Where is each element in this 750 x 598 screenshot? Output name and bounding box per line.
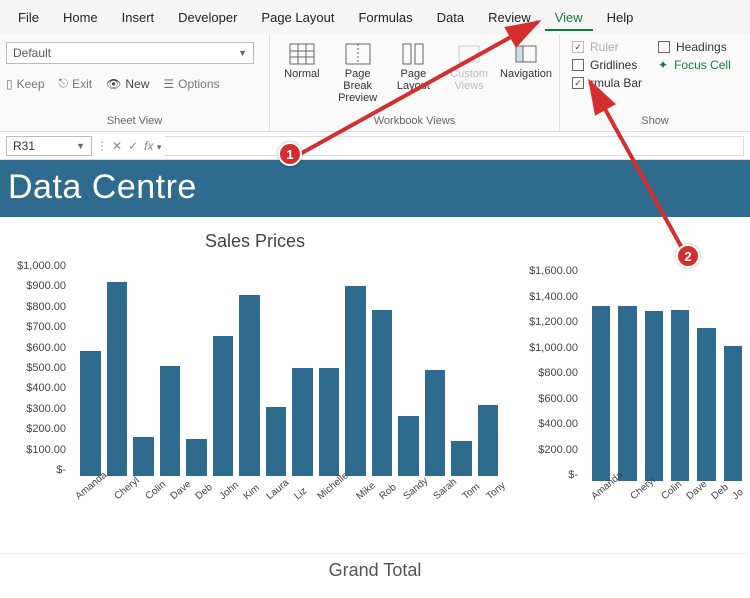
ruler-checkbox[interactable]: Ruler <box>572 40 642 54</box>
normal-view-button[interactable]: Normal <box>276 38 328 84</box>
customviews-icon <box>455 42 483 66</box>
menu-bar: File Home Insert Developer Page Layout F… <box>0 0 750 34</box>
charts-area: Sales Prices $1,000.00$900.00$800.00$700… <box>0 217 750 587</box>
page-title: Data Centre <box>0 160 750 217</box>
fx-icon[interactable]: fx ▾ <box>144 139 161 153</box>
x-axis-labels: AmandaCherylColinDaveDebJo <box>588 495 746 555</box>
bar <box>80 351 101 476</box>
bar <box>451 441 472 476</box>
group-label-show: Show <box>566 113 744 129</box>
navigation-icon <box>512 42 540 66</box>
exit-icon: ⎋ <box>59 76 69 91</box>
sheetview-selector-label: Default <box>13 46 51 60</box>
checkbox-icon <box>572 59 584 71</box>
focus-cell-button[interactable]: ✦Focus Cell <box>658 58 731 72</box>
pagebreak-button[interactable]: Page Break Preview <box>332 38 384 108</box>
menu-page-layout[interactable]: Page Layout <box>251 4 344 31</box>
menu-data[interactable]: Data <box>427 4 474 31</box>
bar <box>697 328 715 481</box>
chart-sales-prices: Sales Prices $1,000.00$900.00$800.00$700… <box>0 217 510 547</box>
y-axis-labels: $1,000.00$900.00$800.00$700.00$600.00$50… <box>8 260 72 476</box>
bar <box>398 416 419 476</box>
x-axis-labels: AmandaCherylColinDaveDebJohnKimLauraLizM… <box>72 495 506 555</box>
navigation-button[interactable]: Navigation <box>499 38 553 84</box>
bar <box>345 286 366 476</box>
menu-review[interactable]: Review <box>478 4 541 31</box>
chart-secondary: $1,600.00$1,400.00$1,200.00$1,000.00$800… <box>516 237 750 547</box>
bar <box>478 405 499 476</box>
name-box[interactable]: R31 ▼ <box>6 136 92 156</box>
menu-insert[interactable]: Insert <box>112 4 165 31</box>
sheetview-selector[interactable]: Default ▼ <box>6 42 254 64</box>
bar <box>592 306 610 482</box>
checkbox-icon <box>658 41 670 53</box>
bar <box>186 439 207 476</box>
chart-title: Sales Prices <box>0 231 510 252</box>
bar <box>372 310 393 476</box>
list-icon: ☰ <box>163 77 174 91</box>
group-label-sheetview: Sheet View <box>6 113 263 129</box>
gridlines-checkbox[interactable]: Gridlines <box>572 58 642 72</box>
menu-view[interactable]: View <box>545 4 593 31</box>
bar <box>724 346 742 481</box>
group-label-workbook: Workbook Views <box>276 113 553 129</box>
pagebreak-icon <box>344 42 372 66</box>
options-button[interactable]: ☰Options <box>163 77 219 91</box>
normal-view-icon <box>288 42 316 66</box>
bar <box>133 437 154 476</box>
grand-total-title: Grand Total <box>0 553 750 587</box>
focus-cell-icon: ✦ <box>658 58 668 72</box>
bookmark-icon: ▯ <box>6 77 13 91</box>
chart-bars <box>80 260 498 476</box>
bar <box>107 282 128 476</box>
formulabar-checkbox[interactable]: rmula Bar <box>572 76 642 90</box>
checkbox-icon <box>572 41 584 53</box>
keep-button[interactable]: ▯Keep <box>6 77 45 91</box>
chevron-down-icon: ▼ <box>76 141 85 151</box>
menu-help[interactable]: Help <box>597 4 644 31</box>
bar <box>645 311 663 481</box>
enter-icon[interactable]: ✓ <box>128 139 138 153</box>
bar <box>618 306 636 482</box>
bar <box>239 295 260 476</box>
menu-developer[interactable]: Developer <box>168 4 247 31</box>
headings-checkbox[interactable]: Headings <box>658 40 731 54</box>
pagelayout-button[interactable]: Page Layout <box>388 38 440 96</box>
formula-input[interactable] <box>165 136 744 156</box>
bar <box>213 336 234 476</box>
chart-bars <box>592 265 742 481</box>
exit-button[interactable]: ⎋Exit <box>59 76 93 91</box>
bar <box>671 310 689 481</box>
customviews-button[interactable]: Custom Views <box>443 38 495 96</box>
formula-bar: R31 ▼ ⋮ ✕ ✓ fx ▾ <box>0 132 750 160</box>
bar <box>160 366 181 476</box>
menu-formulas[interactable]: Formulas <box>348 4 422 31</box>
eye-icon: 👁 <box>106 77 121 91</box>
y-axis-labels: $1,600.00$1,400.00$1,200.00$1,000.00$800… <box>520 265 584 481</box>
bar <box>425 370 446 476</box>
cancel-icon[interactable]: ✕ <box>112 139 122 153</box>
bar <box>319 368 340 476</box>
bar <box>292 368 313 476</box>
checkbox-icon <box>572 77 584 89</box>
ribbon: Default ▼ ▯Keep ⎋Exit 👁New ☰Options Shee… <box>0 34 750 132</box>
menu-file[interactable]: File <box>8 4 49 31</box>
pagelayout-icon <box>399 42 427 66</box>
bar <box>266 407 287 476</box>
new-button[interactable]: 👁New <box>106 77 149 91</box>
menu-home[interactable]: Home <box>53 4 108 31</box>
chevron-down-icon: ▼ <box>238 48 247 58</box>
